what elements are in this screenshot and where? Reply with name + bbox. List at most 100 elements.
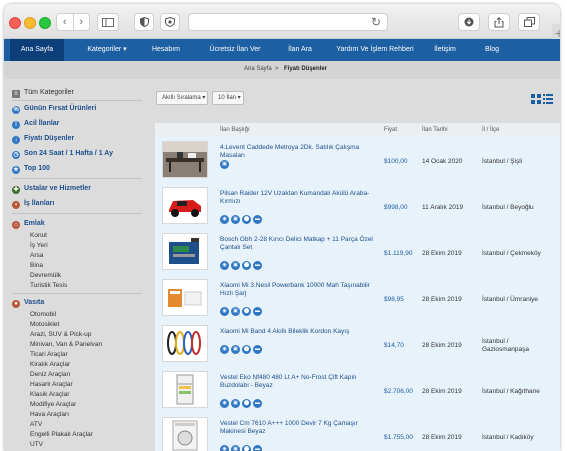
list-icon: ≡ — [12, 90, 20, 98]
location-icon: ⬤ — [242, 261, 251, 270]
table-row[interactable]: 4.Levent Caddede Metroya 2Dk. Satılık Ça… — [155, 137, 560, 184]
sidebar-price-drops[interactable]: ↓ Fiyatı Düşenler — [12, 135, 74, 144]
sidebar-subitem[interactable]: Arsa — [30, 252, 43, 259]
sidebar-jobs[interactable]: ▪ İş İlanları — [12, 200, 54, 209]
downloads-button[interactable] — [458, 13, 480, 31]
truck-icon: ▬ — [253, 307, 262, 316]
sidebar-vehicles[interactable]: ● Vasıta — [12, 299, 44, 308]
sidebar-subitem[interactable]: Klasik Araçlar — [30, 391, 69, 398]
tabs-icon — [523, 17, 535, 27]
sidebar-subitem[interactable]: Hasarlı Araçlar — [30, 381, 73, 388]
truck-icon: ▬ — [253, 261, 262, 270]
sidebar-subitem[interactable]: Deniz Araçları — [30, 371, 70, 378]
table-row[interactable]: Bosch Gbh 2-28 Kırıcı Delici Matkap + 11… — [155, 229, 560, 276]
table-row[interactable]: Vestel Eko Nf480 480 Lt A+ No-Frost Çift… — [155, 367, 560, 414]
nav-search-ads[interactable]: İlan Ara — [280, 39, 320, 61]
sidebar-subitem[interactable]: Konut — [30, 232, 47, 239]
listing-thumbnail[interactable] — [162, 233, 208, 270]
nav-categories[interactable]: Kategoriler ▾ — [76, 39, 138, 61]
sidebar-top100[interactable]: ★ Top 100 — [12, 165, 50, 174]
sidebar-subitem[interactable]: Arazi, SUV & Pick-up — [30, 331, 91, 338]
sidebar-subitem[interactable]: Modifiye Araçlar — [30, 401, 76, 408]
listing-badges: ◉ ▣ ⬤ ▬ — [220, 345, 262, 354]
sidebar-subitem[interactable]: Ticari Araçlar — [30, 351, 68, 358]
nav-help[interactable]: Yardım Ve İşlem Rehberi — [334, 39, 416, 61]
sidebar-services[interactable]: ✚ Ustalar ve Hizmetler — [12, 185, 91, 194]
nav-contact[interactable]: İletişim — [428, 39, 462, 61]
sidebar-subitem[interactable]: İş Yeri — [30, 242, 48, 249]
listing-title[interactable]: Vestel Eko Nf480 480 Lt A+ No-Frost Çift… — [220, 374, 375, 390]
listing-title[interactable]: Bosch Gbh 2-28 Kırıcı Delici Matkap + 11… — [220, 236, 375, 252]
sidebar-all-categories[interactable]: ≡ Tüm Kategoriler — [12, 89, 74, 98]
sidebar-subitem[interactable]: Kiralık Araçlar — [30, 361, 70, 368]
grid-view-icon[interactable] — [531, 91, 541, 109]
listing-thumbnail[interactable] — [162, 187, 208, 224]
sidebar-toggle-button[interactable] — [97, 13, 119, 31]
back-icon[interactable]: ‹ — [57, 16, 73, 28]
listing-thumbnail[interactable] — [162, 325, 208, 362]
location-icon: ⬤ — [242, 345, 251, 354]
sidebar-subitem[interactable]: Devremülk — [30, 272, 61, 279]
forward-icon[interactable]: › — [73, 16, 89, 28]
zoom-window-button[interactable] — [39, 17, 51, 29]
nav-blog[interactable]: Blog — [478, 39, 506, 61]
sidebar-subitem[interactable]: Turistik Tesis — [30, 282, 67, 289]
listing-location: İstanbul / Ümraniye — [482, 296, 538, 303]
table-row[interactable]: Xiaomi Mi Band 4 Akıllı Bileklik Kordon … — [155, 321, 560, 368]
listing-badges: ◉ ▣ ⬤ ▬ — [220, 261, 262, 270]
listing-price: $100,00 — [384, 158, 408, 165]
close-window-button[interactable] — [9, 17, 21, 29]
table-row[interactable]: Xiaomi Mi 3.Nesil Powerbank 10000 Mah Ta… — [155, 275, 560, 322]
col-date-header: İlan Tarihi — [422, 127, 448, 133]
listing-thumbnail[interactable] — [162, 371, 208, 408]
sidebar-subitem[interactable]: Engelli Plakalı Araçlar — [30, 431, 93, 438]
listing-thumbnail[interactable] — [162, 141, 208, 178]
category-sidebar: ≡ Tüm Kategoriler % Günün Fırsat Ürünleri … — [4, 79, 150, 451]
listing-title[interactable]: Xiaomi Mi 3.Nesil Powerbank 10000 Mah Ta… — [220, 282, 375, 298]
breadcrumb-home[interactable]: Ana Sayfa — [244, 66, 272, 72]
table-row[interactable]: Vestel Cm 7610 A+++ 1000 Devir 7 Kg Çama… — [155, 413, 560, 451]
sidebar-subitem[interactable]: Otomobil — [30, 311, 56, 318]
sidebar-deals[interactable]: % Günün Fırsat Ürünleri — [12, 105, 96, 114]
sidebar-subitem[interactable]: Hava Araçları — [30, 411, 69, 418]
shield-button[interactable] — [134, 13, 154, 31]
privacy-report-button[interactable] — [160, 13, 180, 31]
reload-icon[interactable]: ↻ — [371, 15, 381, 29]
sidebar-subitem[interactable]: Motosiklet — [30, 321, 59, 328]
address-bar[interactable]: ↻ — [188, 13, 388, 31]
listing-title[interactable]: Vestel Cm 7610 A+++ 1000 Devir 7 Kg Çama… — [220, 420, 375, 436]
listing-thumbnail[interactable] — [162, 279, 208, 316]
listing-thumbnail[interactable] — [162, 417, 208, 451]
listing-title[interactable]: Pilsan Raider 12V Uzaktan Kumandalı Akül… — [220, 190, 375, 206]
camera-icon: ▣ — [220, 160, 229, 169]
eye-icon: ◉ — [220, 399, 229, 408]
breadcrumb-current: Fiyatı Düşenler — [284, 66, 328, 72]
tabs-overview-button[interactable] — [518, 13, 540, 31]
minimize-window-button[interactable] — [24, 17, 36, 29]
sidebar-real-estate[interactable]: ⌂ Emlak — [12, 220, 45, 229]
share-button[interactable] — [488, 13, 510, 31]
col-location-header: İl / İlçe — [482, 127, 500, 133]
sidebar-subitem[interactable]: Minivan, Van & Panelvan — [30, 341, 102, 348]
listing-location: İstanbul / Kadıköy — [482, 434, 534, 441]
listing-date: 28 Ekim 2019 — [422, 342, 462, 349]
camera-icon: ▣ — [231, 345, 240, 354]
sidebar-subitem[interactable]: UTV — [30, 441, 43, 448]
listing-date: 28 Ekim 2019 — [422, 388, 462, 395]
sort-select[interactable]: Akıllı Sıralama ▾ — [156, 91, 208, 105]
sidebar-subitem[interactable]: Bina — [30, 262, 43, 269]
truck-icon: ▬ — [253, 345, 262, 354]
sidebar-subitem[interactable]: ATV — [30, 421, 42, 428]
nav-post-ad[interactable]: Ücretsiz İlan Ver — [200, 39, 270, 61]
nav-account[interactable]: Hesabım — [146, 39, 186, 61]
sidebar-recent[interactable]: ◷ Son 24 Saat / 1 Hafta / 1 Ay — [12, 150, 113, 159]
listing-title[interactable]: 4.Levent Caddede Metroya 2Dk. Satılık Ça… — [220, 144, 375, 160]
location-icon: ⬤ — [242, 399, 251, 408]
listing-badges: ◉ ▣ ⬤ ▬ — [220, 215, 262, 224]
sidebar-urgent[interactable]: ! Acil İlanlar — [12, 120, 59, 129]
listing-title[interactable]: Xiaomi Mi Band 4 Akıllı Bileklik Kordon … — [220, 328, 375, 336]
nav-home[interactable]: Ana Sayfa — [10, 39, 64, 61]
list-view-icon[interactable] — [543, 91, 553, 109]
table-row[interactable]: Pilsan Raider 12V Uzaktan Kumandalı Akül… — [155, 183, 560, 230]
per-page-select[interactable]: 10 İlan ▾ — [212, 91, 244, 105]
